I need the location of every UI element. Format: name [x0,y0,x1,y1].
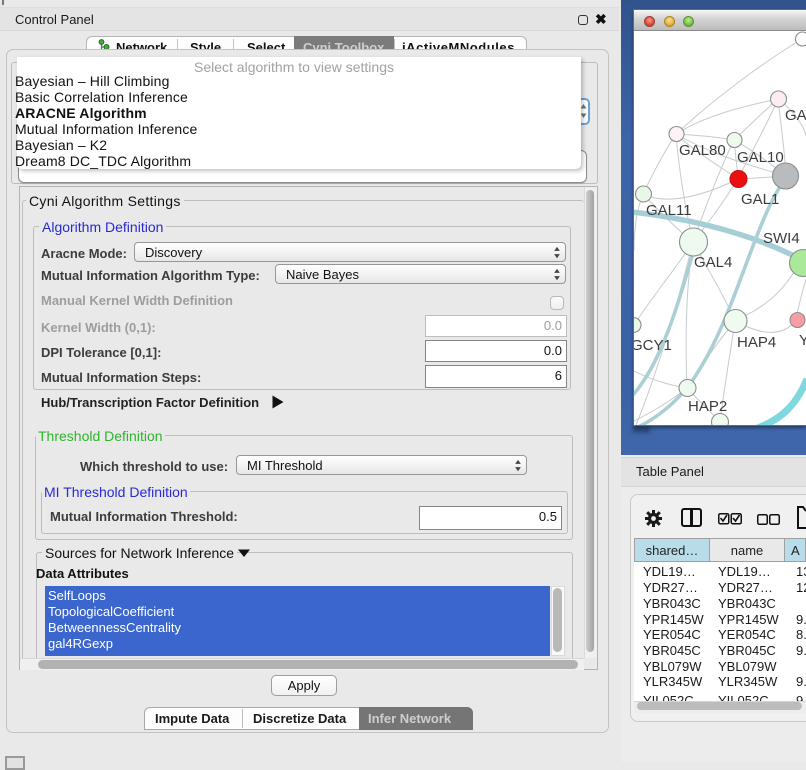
svg-text:GAL1: GAL1 [741,191,779,208]
svg-text:GAL10: GAL10 [737,149,784,166]
svg-text:GAL80: GAL80 [679,142,726,159]
svg-text:GCY1: GCY1 [634,337,672,354]
svg-text:HAP4: HAP4 [737,334,776,351]
svg-text:Y: Y [799,332,806,349]
svg-text:GAL: GAL [785,107,806,124]
svg-text:SWI4: SWI4 [763,230,800,247]
svg-text:GAL4: GAL4 [694,254,732,271]
svg-text:HAP2: HAP2 [688,398,727,415]
svg-text:GAL11: GAL11 [646,202,692,219]
